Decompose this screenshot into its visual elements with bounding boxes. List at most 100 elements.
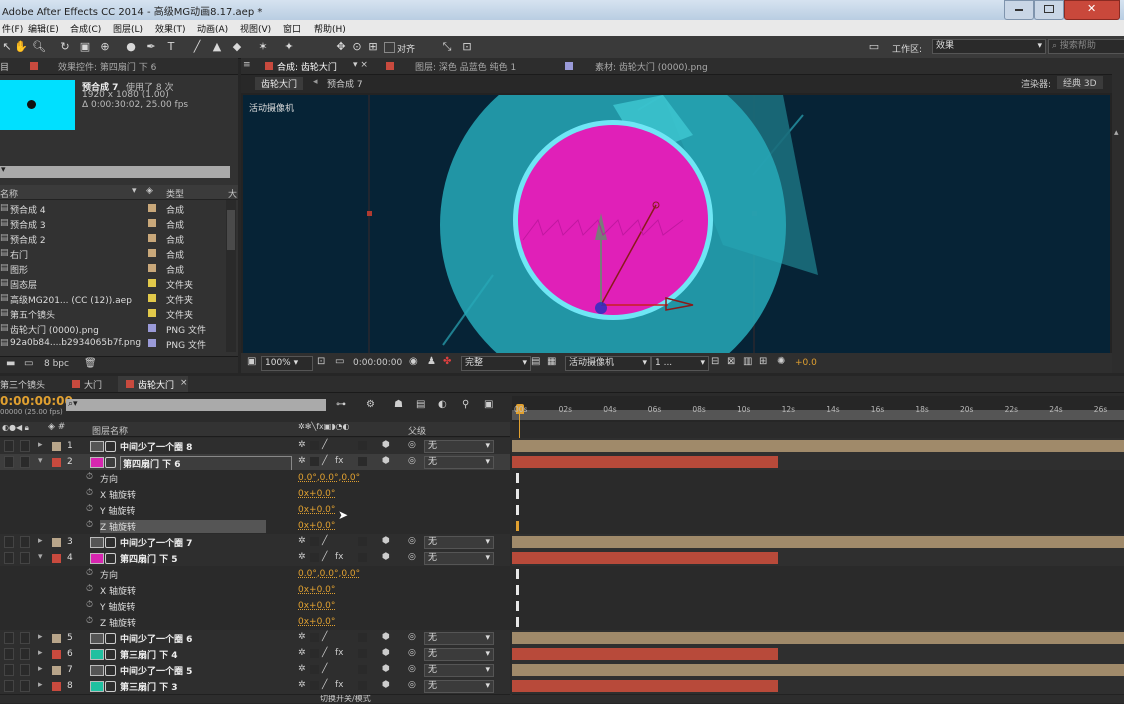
- 3d-layer-icon[interactable]: ⬢: [382, 680, 390, 690]
- panel-menu-icon[interactable]: ≡: [243, 60, 251, 70]
- column-parent[interactable]: 父级: [408, 424, 426, 437]
- 3d-layer-icon[interactable]: ⬢: [382, 648, 390, 658]
- audio-toggle[interactable]: [20, 680, 30, 692]
- type-tool-icon[interactable]: T: [164, 40, 178, 54]
- tab-gate[interactable]: 大门: [84, 378, 102, 391]
- audio-toggle[interactable]: [20, 648, 30, 660]
- mask-tool-icon[interactable]: ●: [124, 40, 138, 54]
- collapse-switch[interactable]: [310, 649, 319, 658]
- column-layer-name[interactable]: 图层名称: [92, 424, 128, 437]
- effects-switch-icon[interactable]: fx: [335, 648, 344, 658]
- visibility-toggle[interactable]: [4, 440, 14, 452]
- keyframe-marker[interactable]: [516, 601, 519, 611]
- effects-switch-icon[interactable]: fx: [335, 680, 344, 690]
- trash-icon[interactable]: 🗑︎: [84, 358, 97, 369]
- frame-blending-icon[interactable]: ▤: [416, 399, 425, 410]
- keyframe-marker[interactable]: [516, 617, 519, 627]
- label-color-chip[interactable]: [52, 554, 61, 563]
- collapse-switch[interactable]: [310, 665, 319, 674]
- 3d-layer-icon[interactable]: ⬢: [382, 456, 390, 466]
- 3d-layer-icon[interactable]: ⬢: [382, 664, 390, 674]
- layer-row[interactable]: ▸ 5 中间少了一个圈 6 ✲ ╱ ⬢ ◎ 无 ▾: [0, 630, 510, 647]
- 3d-layer-icon[interactable]: ⬢: [382, 552, 390, 562]
- collapse-switch[interactable]: [310, 553, 319, 562]
- layer-duration-bar[interactable]: [512, 680, 778, 692]
- property-value[interactable]: 0x+0.0°: [298, 601, 335, 611]
- motion-blur-switch[interactable]: [358, 681, 367, 690]
- shy-switch-icon[interactable]: ✲: [298, 456, 306, 466]
- layer-track[interactable]: [512, 454, 1124, 471]
- pan-behind-tool-icon[interactable]: ⊕: [98, 40, 112, 54]
- property-row[interactable]: ⏱ X 轴旋转 0x+0.0°: [0, 582, 510, 599]
- snap-edge-icon[interactable]: ⤡: [440, 40, 454, 54]
- collapse-switch[interactable]: [310, 457, 319, 466]
- local-axis-icon[interactable]: ✥: [334, 40, 348, 54]
- clone-stamp-tool-icon[interactable]: ▲: [210, 40, 224, 54]
- roto-brush-tool-icon[interactable]: ✶: [256, 40, 270, 54]
- minimize-button[interactable]: [1004, 0, 1034, 20]
- visibility-toggle[interactable]: [4, 536, 14, 548]
- stopwatch-icon[interactable]: ⏱: [86, 472, 93, 482]
- layer-row[interactable]: ▾ 4 第四扇门 下 5 ✲ ╱ fx ⬢ ◎ 无 ▾: [0, 550, 510, 567]
- workspace-dropdown[interactable]: 效果 ▾: [932, 39, 1046, 54]
- property-value[interactable]: 0.0°,0.0°,0.0°: [298, 569, 360, 579]
- visibility-toggle[interactable]: [4, 632, 14, 644]
- snapshot-icon[interactable]: ◉: [409, 356, 418, 367]
- layer-track[interactable]: [512, 550, 1124, 567]
- world-axis-icon[interactable]: ⊙: [350, 40, 364, 54]
- zoom-tool-icon[interactable]: 🔍︎: [32, 40, 46, 54]
- shy-switch-icon[interactable]: ✲: [298, 632, 306, 642]
- bit-depth-button[interactable]: 8 bpc: [44, 359, 69, 369]
- stopwatch-icon[interactable]: ⏱: [86, 616, 93, 626]
- menu-file[interactable]: 件(F): [2, 22, 23, 35]
- property-row[interactable]: ⏱ 方向 0.0°,0.0°,0.0°: [0, 566, 510, 583]
- fast-previews-icon[interactable]: ⊠: [727, 356, 735, 367]
- motion-blur-switch[interactable]: [358, 457, 367, 466]
- tab-footage[interactable]: 素材: 齿轮大门 (0000).png: [595, 60, 708, 73]
- stopwatch-icon[interactable]: ⏱: [86, 520, 93, 530]
- pickwhip-icon[interactable]: ◎: [408, 536, 416, 546]
- project-search-field[interactable]: ▾: [0, 165, 230, 178]
- visibility-toggle[interactable]: [4, 648, 14, 660]
- snap-features-icon[interactable]: ⊡: [460, 40, 474, 54]
- label-color-chip[interactable]: [52, 538, 61, 547]
- timeline-timecode[interactable]: 0:00:00:00: [0, 394, 73, 408]
- resolution-icon[interactable]: ⊡: [317, 356, 325, 367]
- property-value[interactable]: 0.0°,0.0°,0.0°: [298, 473, 360, 483]
- pickwhip-icon[interactable]: ◎: [408, 552, 416, 562]
- shy-switch-icon[interactable]: ✲: [298, 552, 306, 562]
- layer-row[interactable]: ▸ 1 中间少了一个圈 8 ✲ ╱ ⬢ ◎ 无 ▾: [0, 438, 510, 455]
- menu-edit[interactable]: 编辑(E): [28, 22, 59, 35]
- stopwatch-icon[interactable]: ⏱: [86, 568, 93, 578]
- layer-name[interactable]: 中间少了一个圈 5: [120, 664, 192, 677]
- quality-dropdown[interactable]: 完整 ▾: [461, 356, 531, 371]
- tab-composition[interactable]: 合成: 齿轮大门: [277, 60, 337, 73]
- property-value[interactable]: 0x+0.0°: [298, 617, 335, 627]
- keyframe-marker[interactable]: [516, 489, 519, 499]
- brainstorm-icon[interactable]: ▣: [484, 399, 493, 410]
- puppet-tool-icon[interactable]: ✦: [282, 40, 296, 54]
- column-size[interactable]: 大: [228, 187, 237, 200]
- layer-track[interactable]: [512, 438, 1124, 455]
- menu-help[interactable]: 帮助(H): [314, 22, 346, 35]
- label-color-chip[interactable]: [52, 650, 61, 659]
- keyframe-marker[interactable]: [516, 473, 519, 483]
- quality-switch-icon[interactable]: ╱: [322, 680, 327, 690]
- menu-view[interactable]: 视图(V): [240, 22, 271, 35]
- comp-mini-flowchart-icon[interactable]: ⊶: [336, 399, 346, 410]
- keyframe-marker[interactable]: [516, 521, 519, 531]
- timeline-search-field[interactable]: ⌕▾: [66, 399, 326, 411]
- motion-blur-switch[interactable]: [358, 649, 367, 658]
- project-item[interactable]: ▤ 第五个镜头 文件夹: [0, 306, 226, 321]
- collapse-switch[interactable]: [310, 537, 319, 546]
- layer-track[interactable]: [512, 662, 1124, 679]
- label-color-chip[interactable]: [52, 442, 61, 451]
- keyframe-marker[interactable]: [516, 585, 519, 595]
- layer-track[interactable]: [512, 678, 1124, 695]
- layer-name[interactable]: 中间少了一个圈 7: [120, 536, 192, 549]
- parent-dropdown[interactable]: 无 ▾: [424, 536, 494, 549]
- project-item[interactable]: ▤ 预合成 4 合成: [0, 201, 226, 216]
- scroll-up-icon[interactable]: ▴: [1114, 128, 1119, 138]
- camera-tool-icon[interactable]: ▣: [78, 40, 92, 54]
- tab-layer[interactable]: 图层: 深色 品蓝色 纯色 1: [415, 60, 516, 73]
